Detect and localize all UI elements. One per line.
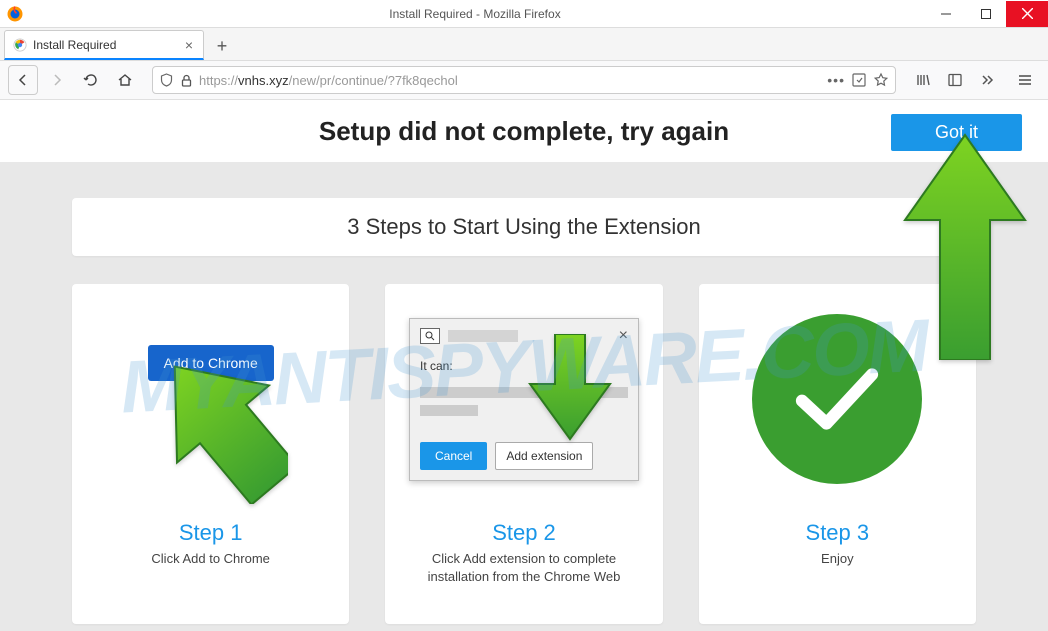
arrow-icon [900, 130, 1030, 360]
tab-favicon [13, 38, 27, 52]
minimize-icon [941, 9, 951, 19]
library-icon [915, 72, 931, 88]
step-2-desc: Click Add extension to complete installa… [385, 546, 662, 590]
overflow-button[interactable] [972, 65, 1002, 95]
arrow-icon [525, 334, 615, 444]
menu-button[interactable] [1010, 65, 1040, 95]
minimize-button[interactable] [926, 1, 966, 27]
tab-strip: Install Required × + [0, 28, 1048, 61]
step-1-card: Add to Chrome Step 1 Click Add to Chrome [72, 284, 349, 624]
tab-close-button[interactable]: × [183, 37, 195, 53]
forward-button [42, 65, 72, 95]
window-title: Install Required - Mozilla Firefox [24, 7, 926, 21]
step-3-title: Step 3 [806, 520, 870, 546]
step-2-title: Step 2 [492, 520, 556, 546]
arrow-icon [158, 344, 288, 504]
checkmark-circle-icon [752, 314, 922, 484]
lock-icon [180, 74, 193, 87]
permission-line-2 [420, 405, 478, 416]
window-titlebar: Install Required - Mozilla Firefox [0, 0, 1048, 28]
back-arrow-icon [15, 72, 31, 88]
browser-tab[interactable]: Install Required × [4, 30, 204, 60]
banner-heading: Setup did not complete, try again [319, 116, 729, 147]
chevron-double-right-icon [979, 72, 995, 88]
banner: Setup did not complete, try again Got it [0, 100, 1048, 162]
sidebar-button[interactable] [940, 65, 970, 95]
url-text: https://vnhs.xyz/new/pr/continue/?7fk8qe… [199, 73, 821, 88]
home-icon [117, 72, 133, 88]
step-1-desc: Click Add to Chrome [133, 546, 288, 572]
dialog-title-placeholder [448, 330, 518, 342]
page-content: Setup did not complete, try again Got it… [0, 100, 1048, 631]
step-3-desc: Enjoy [803, 546, 872, 572]
forward-arrow-icon [49, 72, 65, 88]
magnify-icon [420, 328, 440, 344]
library-button[interactable] [908, 65, 938, 95]
tab-title: Install Required [33, 38, 177, 52]
dialog-close-button[interactable]: × [619, 327, 628, 345]
steps-row: Add to Chrome Step 1 Click Add to Chrome [0, 256, 1048, 624]
back-button[interactable] [8, 65, 38, 95]
reader-icon[interactable] [851, 72, 867, 88]
browser-toolbar: https://vnhs.xyz/new/pr/continue/?7fk8qe… [0, 61, 1048, 100]
dialog-cancel-button[interactable]: Cancel [420, 442, 487, 470]
reload-button[interactable] [76, 65, 106, 95]
shield-icon [159, 73, 174, 88]
address-bar[interactable]: https://vnhs.xyz/new/pr/continue/?7fk8qe… [152, 66, 896, 94]
ellipsis-icon[interactable]: ••• [827, 72, 845, 88]
maximize-button[interactable] [966, 1, 1006, 27]
firefox-icon [6, 5, 24, 23]
maximize-icon [981, 9, 991, 19]
step-2-card: × It can: Cancel Add extension [385, 284, 662, 624]
home-button[interactable] [110, 65, 140, 95]
dialog-add-extension-button[interactable]: Add extension [495, 442, 593, 470]
hamburger-icon [1017, 72, 1033, 88]
close-button[interactable] [1006, 1, 1048, 27]
new-tab-button[interactable]: + [208, 32, 236, 60]
close-icon [1022, 8, 1033, 19]
step-1-title: Step 1 [179, 520, 243, 546]
bookmark-star-icon[interactable] [873, 72, 889, 88]
subtitle: 3 Steps to Start Using the Extension [72, 198, 976, 256]
reload-icon [83, 72, 99, 88]
sidebar-icon [947, 72, 963, 88]
